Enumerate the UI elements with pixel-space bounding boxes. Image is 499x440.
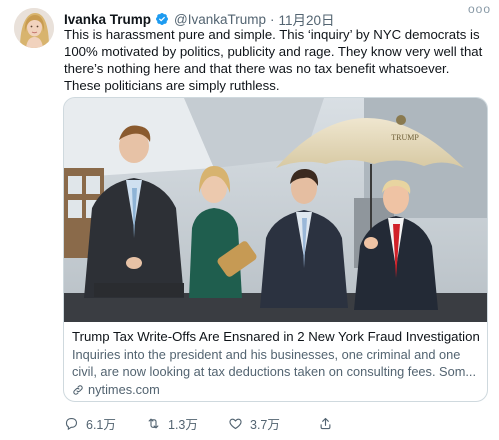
author-name[interactable]: Ivanka Trump [64,12,151,27]
link-icon [72,384,84,396]
card-title[interactable]: Trump Tax Write-Offs Are Ensnared in 2 N… [72,328,479,345]
avatar[interactable] [14,8,54,48]
reply-button[interactable]: 6.1万 [64,414,146,433]
link-card[interactable]: TRUMP Trump Tax Write-Offs Are Ensnared … [63,97,488,402]
author-handle[interactable]: @IvankaTrump [174,12,266,27]
umbrella-text: TRUMP [391,133,419,142]
card-image[interactable]: TRUMP [64,98,487,322]
retweet-icon [146,416,161,431]
share-icon [318,416,333,431]
reply-count: 6.1万 [86,418,116,432]
more-options-icon[interactable]: ooo [468,2,491,16]
verified-badge-icon [155,12,169,26]
separator-dot: · [270,11,275,27]
share-button[interactable] [318,416,340,431]
reply-icon [64,416,79,431]
retweet-button[interactable]: 1.3万 [146,414,228,433]
retweet-count: 1.3万 [168,418,198,432]
like-count: 3.7万 [250,418,280,432]
card-description: Inquiries into the president and his bus… [72,347,477,379]
like-icon [228,416,243,431]
tweet-text: This is harassment pure and simple. This… [64,27,483,93]
card-domain-text: nytimes.com [88,382,160,397]
tweet-actions: 6.1万 1.3万 3.7万 [64,414,484,433]
card-domain[interactable]: nytimes.com [72,381,479,398]
like-button[interactable]: 3.7万 [228,414,310,433]
